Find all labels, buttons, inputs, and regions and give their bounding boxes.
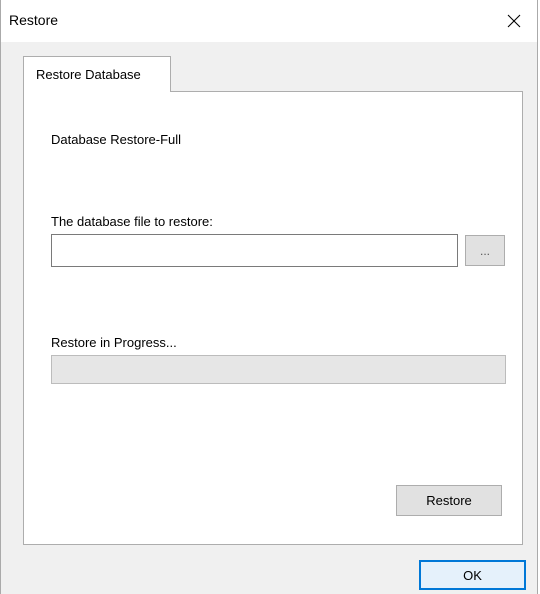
restore-dialog: Restore Restore Database Database Restor… — [0, 0, 538, 594]
database-file-input[interactable] — [51, 234, 458, 267]
restore-database-panel: Database Restore-Full The database file … — [23, 91, 523, 545]
file-label: The database file to restore: — [51, 214, 213, 229]
tab-restore-database[interactable]: Restore Database — [23, 56, 171, 92]
restore-progress-bar — [51, 355, 506, 384]
close-icon — [507, 14, 521, 28]
title-bar: Restore — [1, 0, 537, 42]
window-title: Restore — [9, 12, 59, 28]
restore-button[interactable]: Restore — [396, 485, 502, 516]
progress-label: Restore in Progress... — [51, 335, 177, 350]
tab-label: Restore Database — [36, 67, 141, 82]
panel-heading: Database Restore-Full — [51, 132, 182, 147]
browse-button[interactable]: ... — [465, 235, 505, 266]
ok-button[interactable]: OK — [419, 560, 526, 590]
close-button[interactable] — [491, 0, 537, 42]
